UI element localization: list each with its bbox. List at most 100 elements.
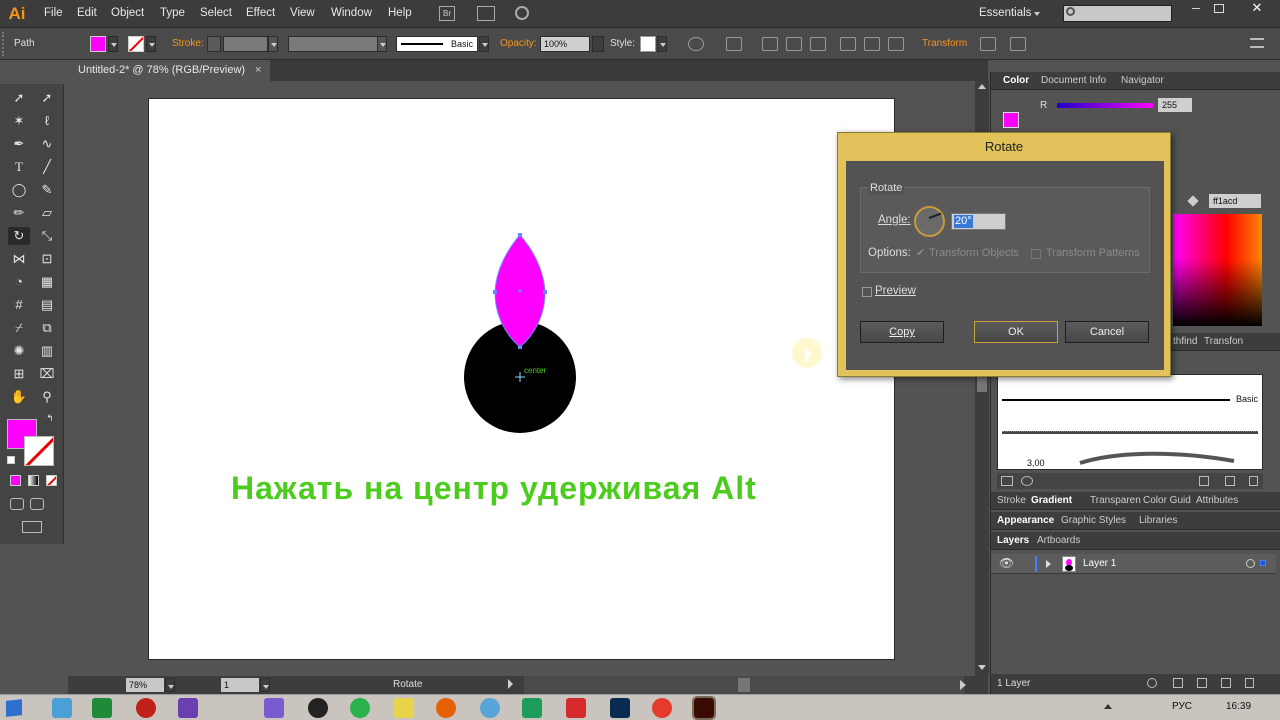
tab-transform[interactable]: Transfon (1204, 336, 1243, 347)
arrange-icon[interactable] (1010, 37, 1026, 51)
tab-stroke[interactable]: Stroke (997, 495, 1026, 506)
tab-artboards[interactable]: Artboards (1037, 535, 1080, 546)
scroll-up-icon[interactable] (978, 84, 986, 89)
red-channel-slider[interactable] (1057, 103, 1153, 108)
input-language[interactable]: РУС (1172, 701, 1192, 712)
firefox-icon[interactable] (436, 698, 456, 718)
excel-icon[interactable] (92, 698, 112, 718)
notepad-icon[interactable] (394, 698, 414, 718)
stroke-dropdown[interactable] (146, 36, 156, 52)
video-editor-icon[interactable] (264, 698, 284, 718)
angle-input[interactable]: 20° (951, 213, 1006, 230)
settings-app-icon[interactable] (178, 698, 198, 718)
align-center-icon[interactable] (786, 37, 802, 51)
slice-tool-icon[interactable]: ⌧ (38, 365, 56, 383)
menu-effect[interactable]: Effect (246, 7, 275, 19)
eraser-tool-icon[interactable]: ▱ (38, 204, 56, 222)
width-tool-icon[interactable]: ⋈ (10, 250, 28, 268)
panel-menu-icon[interactable] (1250, 38, 1264, 48)
line-tool-icon[interactable]: ╱ (38, 158, 56, 176)
stroke-weight-dropdown[interactable] (268, 36, 278, 52)
locate-object-icon[interactable] (1147, 678, 1157, 688)
isolate-icon[interactable] (980, 37, 996, 51)
mesh-tool-icon[interactable]: # (10, 296, 28, 314)
explorer-icon[interactable] (52, 698, 72, 718)
copy-button[interactable]: Copy (860, 321, 944, 343)
yandex-icon[interactable] (566, 698, 586, 718)
free-transform-tool-icon[interactable]: ⊡ (38, 250, 56, 268)
dialog-title[interactable]: Rotate (838, 133, 1170, 160)
symbol-sprayer-tool-icon[interactable]: ✺ (10, 342, 28, 360)
menu-object[interactable]: Object (111, 7, 144, 19)
media-player-icon[interactable] (136, 698, 156, 718)
opacity-field[interactable]: 100% (540, 36, 590, 52)
gradient-tool-icon[interactable]: ▤ (38, 296, 56, 314)
artboard-tool-icon[interactable]: ⊞ (10, 365, 28, 383)
clipping-mask-icon[interactable] (1173, 678, 1183, 688)
profile-dropdown[interactable] (377, 36, 387, 52)
lasso-tool-icon[interactable]: ℓ (38, 112, 56, 130)
align-top-icon[interactable] (840, 37, 856, 51)
photoshop-icon[interactable] (610, 698, 630, 718)
artboard-number-field[interactable]: 1 (221, 678, 259, 692)
libraries-icon[interactable] (1021, 476, 1033, 486)
color-mode-icon[interactable] (10, 475, 21, 486)
graphic-style-dropdown[interactable] (657, 36, 667, 52)
eyedropper-tool-icon[interactable]: ⌿ (10, 319, 28, 337)
tab-transparency[interactable]: Transparen (1090, 495, 1141, 506)
menu-view[interactable]: View (290, 7, 315, 19)
selection-tool-icon[interactable]: ➚ (10, 89, 28, 107)
close-tab-icon[interactable]: × (255, 60, 261, 81)
brush-libraries-icon[interactable] (1001, 476, 1013, 486)
gpu-icon[interactable] (515, 6, 529, 20)
draw-mode-icon[interactable] (10, 498, 24, 510)
preview-label[interactable]: Preview (875, 285, 916, 297)
tab-navigator[interactable]: Navigator (1121, 75, 1164, 86)
zoom-tool-icon[interactable]: ⚲ (38, 388, 56, 406)
default-colors-icon[interactable] (7, 456, 15, 464)
shape-builder-tool-icon[interactable]: ◔ (10, 273, 28, 291)
scale-tool-icon[interactable]: ⤡ (38, 227, 56, 245)
opacity-label[interactable]: Opacity: (500, 38, 537, 49)
variable-width-profile[interactable] (288, 36, 378, 52)
charcoal-brush-stroke[interactable] (1002, 431, 1258, 434)
align-to-icon[interactable] (726, 37, 742, 51)
basic-brush-stroke[interactable] (1002, 399, 1230, 401)
visibility-eye-icon[interactable]: 👁 (999, 556, 1014, 570)
target-icon[interactable] (1246, 559, 1255, 568)
tab-layers[interactable]: Layers (997, 535, 1029, 546)
graphic-style-swatch[interactable] (640, 36, 656, 52)
new-layer-icon[interactable] (1221, 678, 1231, 688)
ok-button[interactable]: OK (974, 321, 1058, 343)
menu-help[interactable]: Help (388, 7, 412, 19)
tab-document-info[interactable]: Document Info (1041, 75, 1106, 86)
blend-tool-icon[interactable]: ⧉ (38, 319, 56, 337)
arrange-documents-icon[interactable] (477, 6, 495, 21)
new-brush-icon[interactable] (1225, 476, 1235, 486)
align-right-icon[interactable] (810, 37, 826, 51)
type-tool-icon[interactable]: T (10, 158, 28, 176)
transform-objects-label[interactable]: Transform Objects (929, 247, 1019, 259)
tab-color-guide[interactable]: Color Guid (1143, 495, 1191, 506)
delete-brush-icon[interactable] (1249, 476, 1258, 486)
curvature-tool-icon[interactable]: ∿ (38, 135, 56, 153)
align-bottom-icon[interactable] (888, 37, 904, 51)
preview-checkbox[interactable] (862, 287, 872, 297)
swap-colors-icon[interactable]: ↰ (44, 412, 56, 424)
color-spectrum[interactable] (1173, 214, 1262, 326)
layer-row[interactable]: 👁 Layer 1 (991, 554, 1276, 574)
search-input[interactable] (1063, 5, 1172, 22)
graph-tool-icon[interactable]: ▥ (38, 342, 56, 360)
menu-type[interactable]: Type (160, 7, 185, 19)
brush-definition[interactable]: Basic (396, 36, 478, 52)
pencil-tool-icon[interactable]: ✏ (10, 204, 28, 222)
scroll-down-icon[interactable] (978, 665, 986, 670)
stroke-weight-field[interactable] (223, 36, 268, 52)
menu-file[interactable]: File (44, 7, 63, 19)
align-middle-icon[interactable] (864, 37, 880, 51)
tab-graphic-styles[interactable]: Graphic Styles (1061, 515, 1126, 526)
stroke-color-swatch[interactable] (24, 436, 54, 466)
workspace-switcher[interactable]: Essentials (979, 7, 1031, 19)
menu-window[interactable]: Window (331, 7, 372, 19)
panel-fill-swatch[interactable] (1003, 112, 1019, 128)
